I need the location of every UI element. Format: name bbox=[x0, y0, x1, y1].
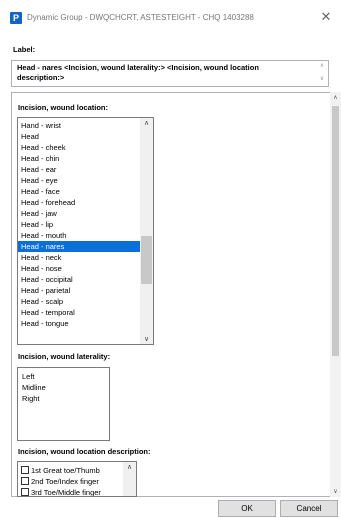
ok-button[interactable]: OK bbox=[218, 500, 276, 517]
description-checklist[interactable]: 1st Great toe/Thumb 2nd Toe/Index finger… bbox=[17, 461, 137, 497]
list-item[interactable]: Left bbox=[22, 371, 35, 382]
checkbox[interactable] bbox=[21, 477, 29, 485]
list-item[interactable]: Head - tongue bbox=[18, 318, 140, 329]
checkbox-row[interactable]: 1st Great toe/Thumb bbox=[21, 465, 100, 476]
list-item[interactable]: Right bbox=[22, 393, 40, 404]
list-item[interactable]: Head - forehead bbox=[18, 197, 140, 208]
description-scrollbar[interactable]: ∧ bbox=[123, 462, 136, 496]
list-item[interactable]: Head - mouth bbox=[18, 230, 140, 241]
location-scrollbar[interactable]: ∧ ∨ bbox=[140, 118, 153, 344]
description-section-title: Incision, wound location description: bbox=[18, 447, 151, 456]
list-item[interactable]: Head - cheek bbox=[18, 142, 140, 153]
form-scrollbar[interactable]: ∧ ∨ bbox=[330, 92, 341, 497]
laterality-section-title: Incision, wound laterality: bbox=[18, 352, 111, 361]
list-item[interactable]: Head - chin bbox=[18, 153, 140, 164]
scroll-thumb[interactable] bbox=[332, 106, 339, 356]
checkbox-label: 3rd Toe/Middle finger bbox=[31, 488, 101, 497]
checkbox[interactable] bbox=[21, 488, 29, 496]
location-section-title: Incision, wound location: bbox=[18, 103, 108, 112]
list-item[interactable]: Head - jaw bbox=[18, 208, 140, 219]
title-bar: P Dynamic Group - DWQCHCRT, ASTESTEIGHT … bbox=[0, 0, 341, 34]
scroll-up-icon[interactable]: ∧ bbox=[140, 119, 153, 127]
scroll-down-icon[interactable]: ∨ bbox=[140, 335, 153, 343]
checkbox[interactable] bbox=[21, 466, 29, 474]
close-icon[interactable]: ✕ bbox=[318, 9, 334, 25]
list-item[interactable]: Head - parietal bbox=[18, 285, 140, 296]
scroll-up-icon[interactable]: ∧ bbox=[330, 94, 341, 101]
list-item[interactable]: Head - eye bbox=[18, 175, 140, 186]
window-title: Dynamic Group - DWQCHCRT, ASTESTEIGHT - … bbox=[27, 13, 254, 22]
list-item[interactable]: Head - neck bbox=[18, 252, 140, 263]
scroll-up-icon[interactable]: ∧ bbox=[316, 62, 328, 69]
list-item[interactable]: Head - nose bbox=[18, 263, 140, 274]
label-heading: Label: bbox=[13, 45, 36, 54]
checkbox-row[interactable]: 2nd Toe/Index finger bbox=[21, 476, 99, 487]
scroll-down-icon[interactable]: ∨ bbox=[316, 75, 328, 82]
list-item[interactable]: Midline bbox=[22, 382, 46, 393]
location-listbox[interactable]: Hand - wrist Head Head - cheek Head - ch… bbox=[17, 117, 154, 345]
label-value: Head - nares <Incision, wound laterality… bbox=[17, 63, 259, 82]
cancel-button[interactable]: Cancel bbox=[280, 500, 338, 517]
checkbox-label: 1st Great toe/Thumb bbox=[31, 466, 100, 475]
list-item[interactable]: Head - scalp bbox=[18, 296, 140, 307]
list-item-selected[interactable]: Head - nares bbox=[18, 241, 140, 252]
scroll-down-icon[interactable]: ∨ bbox=[330, 488, 341, 495]
label-field[interactable]: Head - nares <Incision, wound laterality… bbox=[11, 60, 329, 87]
checkbox-row[interactable]: 3rd Toe/Middle finger bbox=[21, 487, 101, 497]
list-item[interactable]: Head - face bbox=[18, 186, 140, 197]
checkbox-label: 2nd Toe/Index finger bbox=[31, 477, 99, 486]
scroll-up-icon[interactable]: ∧ bbox=[123, 463, 136, 471]
app-icon: P bbox=[10, 12, 22, 24]
list-item[interactable]: Head bbox=[18, 131, 140, 142]
list-item[interactable]: Head - temporal bbox=[18, 307, 140, 318]
scroll-thumb[interactable] bbox=[141, 236, 152, 284]
list-item[interactable]: Head - occipital bbox=[18, 274, 140, 285]
list-item[interactable]: Head - lip bbox=[18, 219, 140, 230]
list-item[interactable]: Hand - wrist bbox=[18, 120, 140, 131]
label-scrollbar[interactable]: ∧ ∨ bbox=[316, 61, 328, 86]
laterality-listbox[interactable]: Left Midline Right bbox=[17, 367, 110, 441]
list-item[interactable]: Head - ear bbox=[18, 164, 140, 175]
